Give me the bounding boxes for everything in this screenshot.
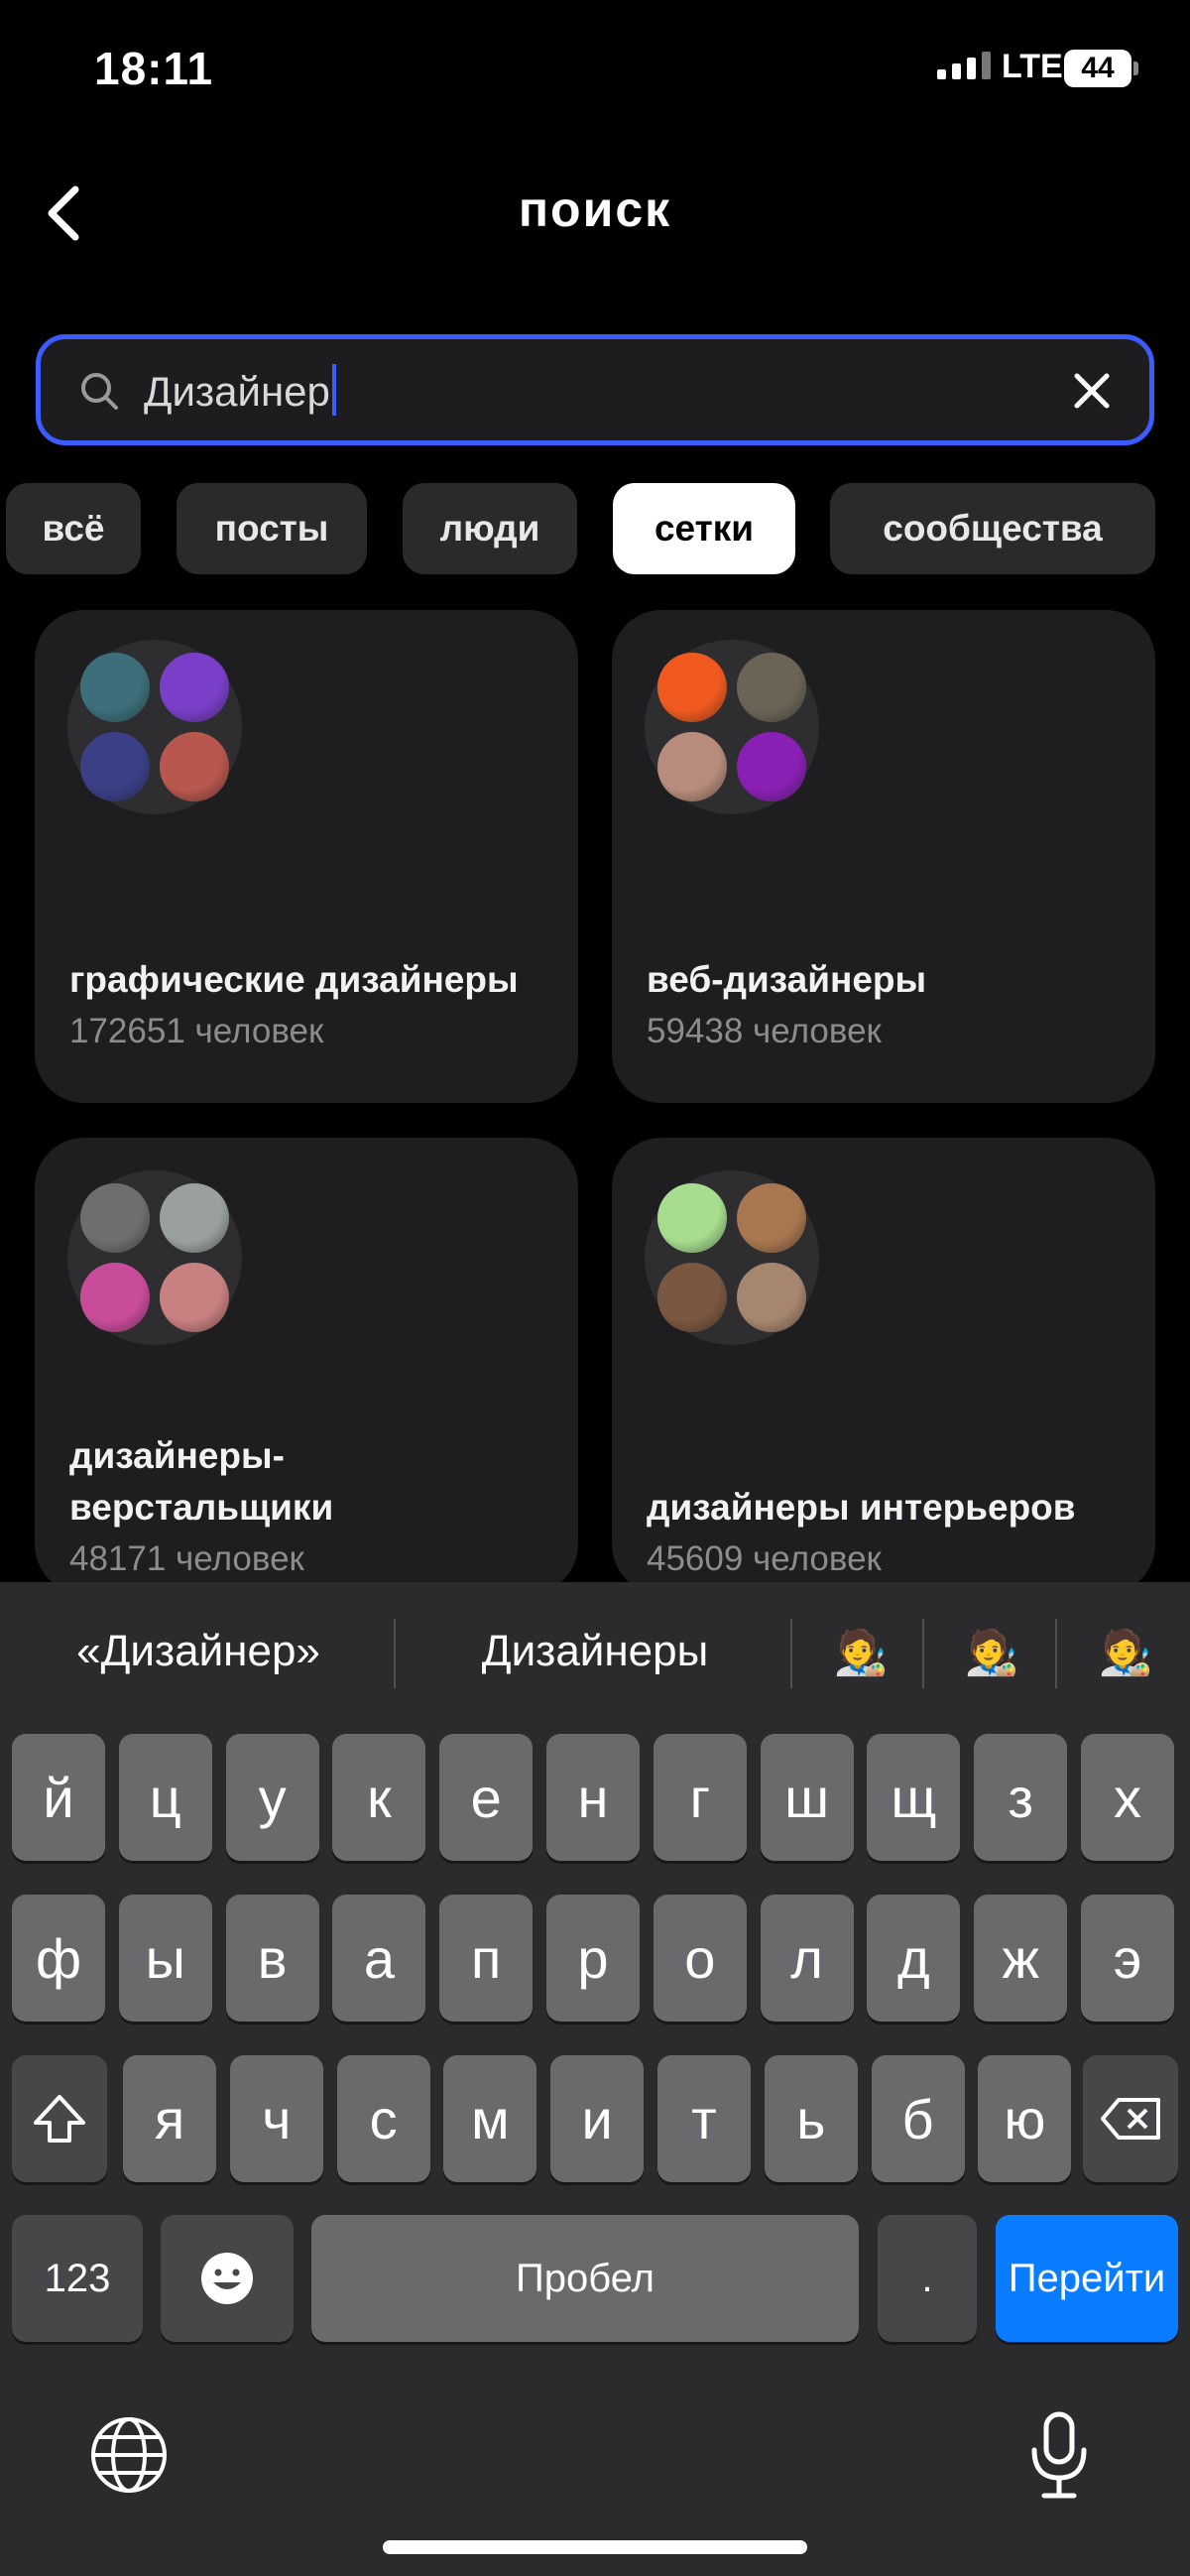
key-б[interactable]: б [871,2055,965,2182]
avatar [80,1263,150,1332]
status-time: 18:11 [94,43,214,94]
text-cursor [331,364,336,416]
key-д[interactable]: д [867,1895,961,2022]
key-с[interactable]: с [336,2055,430,2182]
key-т[interactable]: т [657,2055,751,2182]
key-я[interactable]: я [123,2055,216,2182]
key-ш[interactable]: ш [760,1734,854,1861]
filter-chip-networks[interactable]: сетки [613,483,795,574]
backspace-key[interactable] [1083,2055,1178,2182]
battery-icon: 44 [1064,50,1131,87]
suggestion-divider [922,1619,924,1688]
key-ч[interactable]: ч [229,2055,323,2182]
search-input[interactable]: Дизайнер [144,364,336,416]
key-з[interactable]: з [974,1734,1068,1861]
card-member-count: 45609 человек [647,1539,882,1578]
avatar [657,1183,727,1253]
avatar [657,732,727,801]
filter-chip-people[interactable]: люди [403,483,577,574]
key-ф[interactable]: ф [12,1895,105,2022]
key-п[interactable]: п [439,1895,534,2022]
clear-icon[interactable] [1071,370,1113,412]
key-э[interactable]: э [1081,1895,1174,2022]
avatar-cluster [67,1170,242,1345]
key-о[interactable]: о [653,1895,747,2022]
card-title-line1: дизайнеры- [69,1435,285,1476]
go-key[interactable]: Перейти [996,2215,1178,2342]
key-х[interactable]: х [1081,1734,1174,1861]
avatar [657,1263,727,1332]
avatar-cluster [645,1170,819,1345]
card-member-count: 59438 человек [647,1012,882,1050]
battery-tip [1133,61,1138,75]
shift-key[interactable] [12,2055,107,2182]
avatar [657,653,727,722]
avatar [737,1183,806,1253]
space-key[interactable]: Пробел [311,2215,859,2342]
avatar [160,1183,229,1253]
key-р[interactable]: р [546,1895,640,2022]
avatar [737,1263,806,1332]
suggestion-divider [1055,1619,1057,1688]
key-щ[interactable]: щ [867,1734,961,1861]
globe-icon[interactable] [87,2413,171,2502]
key-н[interactable]: н [546,1734,640,1861]
key-ж[interactable]: ж [974,1895,1068,2022]
key-г[interactable]: г [653,1734,747,1861]
search-icon [77,369,121,413]
suggestion-divider [790,1619,792,1688]
key-в[interactable]: в [225,1895,319,2022]
card-member-count: 172651 человек [69,1012,324,1050]
avatar [737,653,806,722]
emoji-key[interactable] [161,2215,294,2342]
avatar-cluster [645,640,819,814]
card-title: графические дизайнеры [69,959,519,1000]
suggestion-word[interactable]: Дизайнеры [416,1627,774,1676]
suggestion-emoji[interactable]: 🧑‍🎨 [1076,1627,1175,1678]
page-title: поиск [518,182,672,237]
key-ц[interactable]: ц [118,1734,212,1861]
card-title: веб-дизайнеры [647,959,927,1000]
avatar [160,732,229,801]
avatar [80,1183,150,1253]
key-ы[interactable]: ы [118,1895,212,2022]
key-ю[interactable]: ю [978,2055,1072,2182]
home-indicator [383,2540,807,2554]
filter-chip-all[interactable]: всё [6,483,141,574]
card-member-count: 48171 человек [69,1539,304,1578]
filter-chip-communities[interactable]: сообщества [830,483,1155,574]
key-а[interactable]: а [332,1895,426,2022]
key-у[interactable]: у [225,1734,319,1861]
suggestion-emoji[interactable]: 🧑‍🎨 [942,1627,1041,1678]
suggestion-emoji[interactable]: 🧑‍🎨 [811,1627,910,1678]
network-label: LTE [1002,48,1063,85]
card-title: дизайнеры интерьеров [647,1487,1076,1528]
signal-icon [937,52,991,79]
avatar [160,653,229,722]
period-key[interactable]: . [878,2215,977,2342]
avatar [80,653,150,722]
key-е[interactable]: е [439,1734,534,1861]
suggestion-quoted[interactable]: «Дизайнер» [40,1627,357,1676]
microphone-icon[interactable] [1026,2410,1092,2507]
key-й[interactable]: й [12,1734,105,1861]
filter-chip-posts[interactable]: посты [177,483,367,574]
key-и[interactable]: и [550,2055,645,2182]
avatar-cluster [67,640,242,814]
key-к[interactable]: к [332,1734,426,1861]
suggestion-divider [394,1619,396,1688]
avatar [80,732,150,801]
avatar [737,732,806,801]
search-input-value: Дизайнер [144,368,330,415]
key-м[interactable]: м [443,2055,537,2182]
key-л[interactable]: л [760,1895,854,2022]
card-title-line2: верстальщики [69,1487,334,1528]
numbers-key[interactable]: 123 [12,2215,143,2342]
avatar [160,1263,229,1332]
key-ь[interactable]: ь [764,2055,858,2182]
